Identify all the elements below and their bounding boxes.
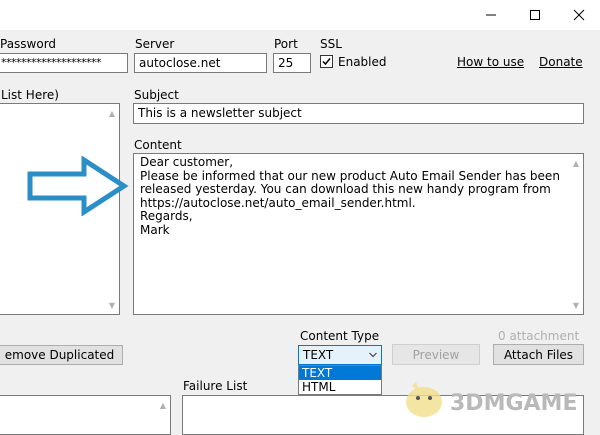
content-type-option-html[interactable]: HTML: [299, 380, 381, 394]
content-type-dropdown[interactable]: TEXT HTML: [298, 365, 382, 395]
content-line: Please be informed that our new product …: [140, 168, 560, 183]
password-field[interactable]: ********************: [0, 53, 128, 73]
failure-list-label: Failure List: [183, 379, 248, 393]
ssl-label: SSL: [320, 37, 342, 51]
content-line: Mark: [140, 222, 170, 237]
minimize-icon: [486, 14, 496, 16]
content-line: Dear customer,: [140, 155, 234, 169]
remove-duplicated-button[interactable]: emove Duplicated: [0, 345, 123, 365]
maximize-button[interactable]: [512, 0, 558, 30]
close-icon: [573, 9, 585, 21]
content-type-select[interactable]: TEXT: [298, 345, 382, 365]
ssl-checkbox[interactable]: [320, 55, 333, 68]
watermark-text: 3DMGAME: [450, 391, 578, 416]
recipients-label: List Here): [1, 88, 59, 102]
password-label: Password: [0, 37, 57, 51]
subject-label: Subject: [134, 88, 179, 102]
attachment-count: 0 attachment: [498, 329, 580, 343]
content-line: released yesterday. You can download thi…: [140, 182, 551, 196]
maximize-icon: [530, 10, 540, 20]
scroll-up-icon[interactable]: ▲: [105, 106, 119, 120]
content-type-selected: TEXT: [303, 348, 334, 362]
scroll-up-icon[interactable]: ▲: [569, 156, 583, 170]
minimize-button[interactable]: [468, 0, 514, 30]
content-line: https://autoclose.net/auto_email_sender.…: [140, 195, 416, 210]
content-scrollbar[interactable]: ▲ ▼: [569, 154, 583, 314]
server-field[interactable]: autoclose.net: [134, 53, 267, 73]
annotation-arrow-icon: [27, 156, 129, 216]
mascot-icon: [406, 382, 442, 417]
scroll-up-icon[interactable]: ▲: [156, 398, 170, 412]
server-label: Server: [135, 37, 175, 51]
content-label: Content: [134, 138, 182, 152]
scroll-down-icon[interactable]: ▼: [105, 298, 119, 312]
port-label: Port: [274, 37, 298, 51]
success-list[interactable]: ▲: [0, 395, 171, 435]
preview-button[interactable]: Preview: [392, 344, 480, 365]
content-type-label: Content Type: [300, 329, 380, 343]
success-list-scrollbar[interactable]: ▲: [156, 396, 170, 434]
how-to-use-link[interactable]: How to use: [457, 55, 524, 69]
subject-field[interactable]: This is a newsletter subject: [133, 103, 584, 124]
donate-link[interactable]: Donate: [539, 55, 583, 69]
port-field[interactable]: 25: [273, 53, 311, 73]
scroll-down-icon[interactable]: ▼: [569, 298, 583, 312]
chevron-down-icon: [369, 352, 377, 358]
content-text: Dear customer, Please be informed that o…: [140, 155, 560, 237]
attach-files-button[interactable]: Attach Files: [493, 344, 584, 365]
content-type-option-text[interactable]: TEXT: [299, 366, 381, 380]
checkmark-icon: [322, 58, 331, 66]
ssl-enabled-label: Enabled: [338, 55, 387, 69]
watermark-mascot: [402, 376, 448, 423]
content-textarea[interactable]: Dear customer, Please be informed that o…: [133, 153, 584, 315]
close-button[interactable]: [556, 0, 600, 30]
content-line: Regards,: [140, 209, 193, 223]
